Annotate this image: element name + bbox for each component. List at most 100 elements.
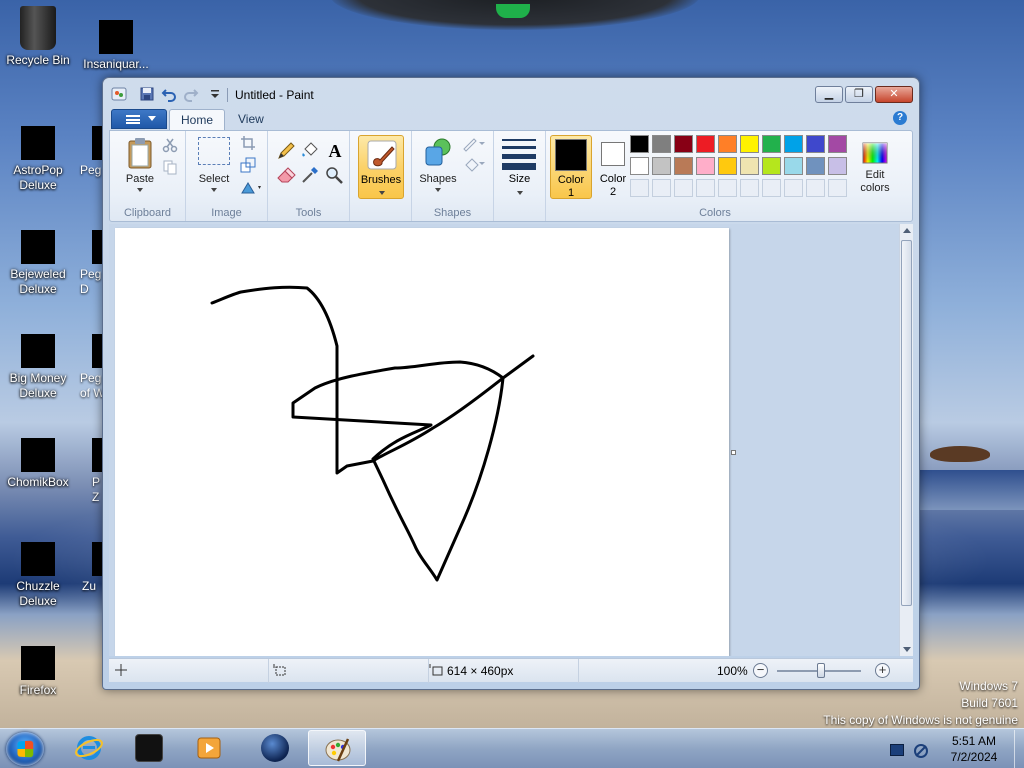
clipboard-group: Paste Clipboard (110, 131, 186, 221)
desktop-icon-astropop[interactable]: AstroPop Deluxe (0, 126, 78, 193)
save-icon[interactable] (139, 86, 155, 102)
taskbar-media-player[interactable] (180, 730, 238, 766)
desktop-icon-firefox[interactable]: Firefox (0, 646, 78, 698)
select-label: Select (198, 173, 230, 185)
desktop-icon-recycle-bin[interactable]: Recycle Bin (0, 6, 78, 68)
desktop-icon-label: Bejeweled Deluxe (10, 267, 66, 296)
chevron-down-icon (517, 191, 523, 195)
firefox-icon (21, 646, 55, 680)
show-desktop-button[interactable] (1014, 730, 1024, 768)
help-icon[interactable]: ? (893, 111, 907, 125)
taskbar-app-black[interactable] (120, 730, 178, 766)
zoom-in-button[interactable]: + (875, 663, 890, 678)
canvas-size-icon (429, 664, 443, 676)
customize-qat-icon[interactable] (207, 86, 223, 102)
fill-icon[interactable] (300, 141, 322, 161)
zoom-out-button[interactable]: − (753, 663, 768, 678)
paste-button[interactable]: Paste (118, 137, 162, 192)
start-button[interactable] (6, 732, 44, 766)
size-icon (502, 139, 536, 170)
tools-group-label: Tools (295, 207, 322, 219)
pencil-icon[interactable] (276, 141, 298, 161)
crop-icon[interactable] (240, 135, 262, 155)
taskbar-paint[interactable] (308, 730, 366, 766)
select-button[interactable]: Select (194, 137, 234, 192)
scrollbar-thumb[interactable] (901, 240, 912, 606)
cut-icon[interactable] (162, 137, 184, 157)
chevron-down-icon (435, 188, 441, 192)
desktop-icon-chomikbox[interactable]: ChomikBox (0, 438, 78, 490)
scroll-down-icon[interactable] (903, 647, 911, 652)
fill-shape-icon[interactable] (462, 155, 485, 175)
desktop-icon-bejeweled[interactable]: Bejeweled Deluxe (0, 230, 78, 297)
minimize-button[interactable]: ▁ (815, 86, 843, 103)
desktop-icon-label: Firefox (19, 683, 57, 697)
rotate-icon[interactable] (240, 179, 262, 199)
canvas-size-text: 614 × 460px (447, 664, 514, 678)
maximize-button[interactable]: ❐ (845, 86, 873, 103)
drawing-canvas[interactable] (115, 228, 729, 656)
desktop-icon-big-money[interactable]: Big Money Deluxe (0, 334, 78, 401)
wallpaper-rocks (930, 446, 990, 462)
partial-icon (92, 230, 102, 264)
desktop-icon-label: Peg of W (80, 371, 105, 400)
shapes-group-label: Shapes (433, 207, 472, 219)
zoom-slider-thumb[interactable] (817, 663, 825, 678)
desktop-icon-partial[interactable]: P Z (92, 438, 102, 505)
watermark-line: Build 7601 (961, 696, 1018, 710)
partial-icon (92, 126, 102, 160)
bejeweled-icon (21, 230, 55, 264)
vertical-scrollbar[interactable] (899, 224, 913, 656)
network-icon[interactable] (914, 744, 928, 758)
big-money-icon (21, 334, 55, 368)
zoom-level: 100% (717, 664, 748, 678)
color-picker-icon[interactable] (300, 165, 322, 185)
desktop-icon-label: Zu (82, 579, 97, 593)
tab-view[interactable]: View (227, 109, 275, 130)
chomikbox-icon (21, 438, 55, 472)
outline-icon[interactable] (462, 135, 485, 155)
eraser-icon[interactable] (276, 165, 298, 185)
shapes-icon (422, 137, 454, 169)
desktop-icon-label: P Z (92, 475, 101, 504)
scroll-up-icon[interactable] (903, 228, 911, 233)
action-center-icon[interactable] (890, 744, 904, 756)
desktop-icon-label: Peg (80, 163, 102, 177)
clipboard-icon (126, 137, 154, 169)
status-bar: 614 × 460px 100% − + (109, 658, 913, 683)
copy-icon[interactable] (162, 159, 184, 179)
size-group[interactable]: Size (494, 131, 546, 221)
desktop-icon-insaniquarium[interactable]: Insaniquar... (76, 6, 156, 72)
desktop-icon-chuzzle[interactable]: Chuzzle Deluxe (0, 542, 78, 609)
shapes-label: Shapes (419, 173, 457, 185)
watermark-line: This copy of Windows is not genuine (823, 713, 1018, 727)
canvas-area[interactable] (109, 224, 899, 656)
desktop-icon-partial[interactable]: Peg of W (80, 334, 105, 401)
shapes-button[interactable]: Shapes (416, 137, 460, 192)
title-bar[interactable]: Untitled - Paint ▁ ❐ ✕ (103, 78, 919, 108)
magnifier-icon[interactable] (324, 165, 346, 185)
desktop-icon-partial[interactable]: Peg D (80, 230, 102, 297)
taskbar-clock[interactable]: 5:51 AM 7/2/2024 (938, 733, 1010, 765)
undo-icon[interactable] (161, 86, 177, 102)
resize-handle-right[interactable] (731, 450, 736, 455)
tab-home[interactable]: Home (169, 109, 226, 130)
cursor-position-icon (115, 664, 127, 676)
redo-icon[interactable] (183, 86, 199, 102)
paint-app-icon[interactable] (111, 86, 127, 102)
taskbar-internet-explorer[interactable] (60, 730, 118, 766)
paint-menu-button[interactable] (111, 109, 167, 129)
text-tool-icon[interactable]: A (324, 141, 346, 161)
desktop-icon-partial[interactable]: Peg (80, 126, 102, 178)
ribbon-tabs: Home View ? (107, 108, 913, 130)
resize-icon[interactable] (240, 157, 262, 177)
taskbar-globe-app[interactable] (246, 730, 304, 766)
image-group: Select Image (186, 131, 268, 221)
paint-palette-icon (324, 735, 352, 763)
wallpaper-sea (920, 470, 1024, 510)
drawing-strokes (210, 285, 535, 582)
close-button[interactable]: ✕ (875, 86, 913, 103)
insaniquarium-icon (99, 20, 133, 54)
desktop-icon-partial[interactable]: Zu (82, 542, 102, 594)
clock-date: 7/2/2024 (950, 750, 998, 764)
